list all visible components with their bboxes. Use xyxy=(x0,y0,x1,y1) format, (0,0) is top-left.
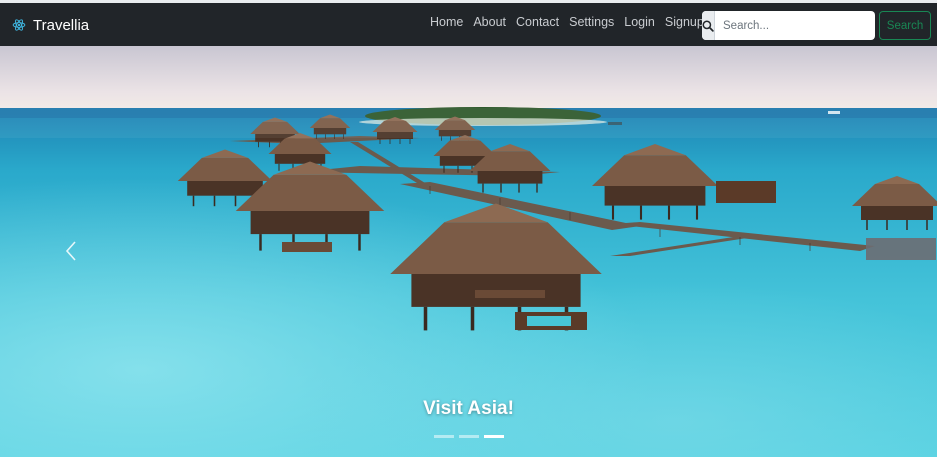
carousel-indicator-2[interactable] xyxy=(459,435,479,438)
atom-icon xyxy=(12,19,26,31)
search-input[interactable] xyxy=(715,11,875,40)
search-box xyxy=(702,11,875,40)
nav-link-login[interactable]: Login xyxy=(624,15,655,29)
nav-link-about[interactable]: About xyxy=(473,15,506,29)
hero-carousel: Visit Asia! xyxy=(0,46,937,457)
carousel-indicators xyxy=(434,435,504,438)
search-icon xyxy=(702,11,715,40)
carousel-indicator-3[interactable] xyxy=(484,435,504,438)
carousel-indicator-1[interactable] xyxy=(434,435,454,438)
navbar: Travellia Home About Contact Settings Lo… xyxy=(0,0,937,46)
hero-image xyxy=(0,46,937,457)
carousel-prev-button[interactable] xyxy=(58,234,84,268)
nav-link-home[interactable]: Home xyxy=(430,15,463,29)
nav-link-contact[interactable]: Contact xyxy=(516,15,559,29)
nav-link-settings[interactable]: Settings xyxy=(569,15,614,29)
chevron-left-icon xyxy=(65,241,76,261)
page: Travellia Home About Contact Settings Lo… xyxy=(0,0,937,457)
nav-links: Home About Contact Settings Login Signup xyxy=(430,15,704,29)
nav-link-signup[interactable]: Signup xyxy=(665,15,704,29)
carousel-caption: Visit Asia! xyxy=(423,398,514,419)
search-button[interactable]: Search xyxy=(879,11,931,40)
brand[interactable]: Travellia xyxy=(12,14,89,36)
brand-name: Travellia xyxy=(33,16,90,34)
